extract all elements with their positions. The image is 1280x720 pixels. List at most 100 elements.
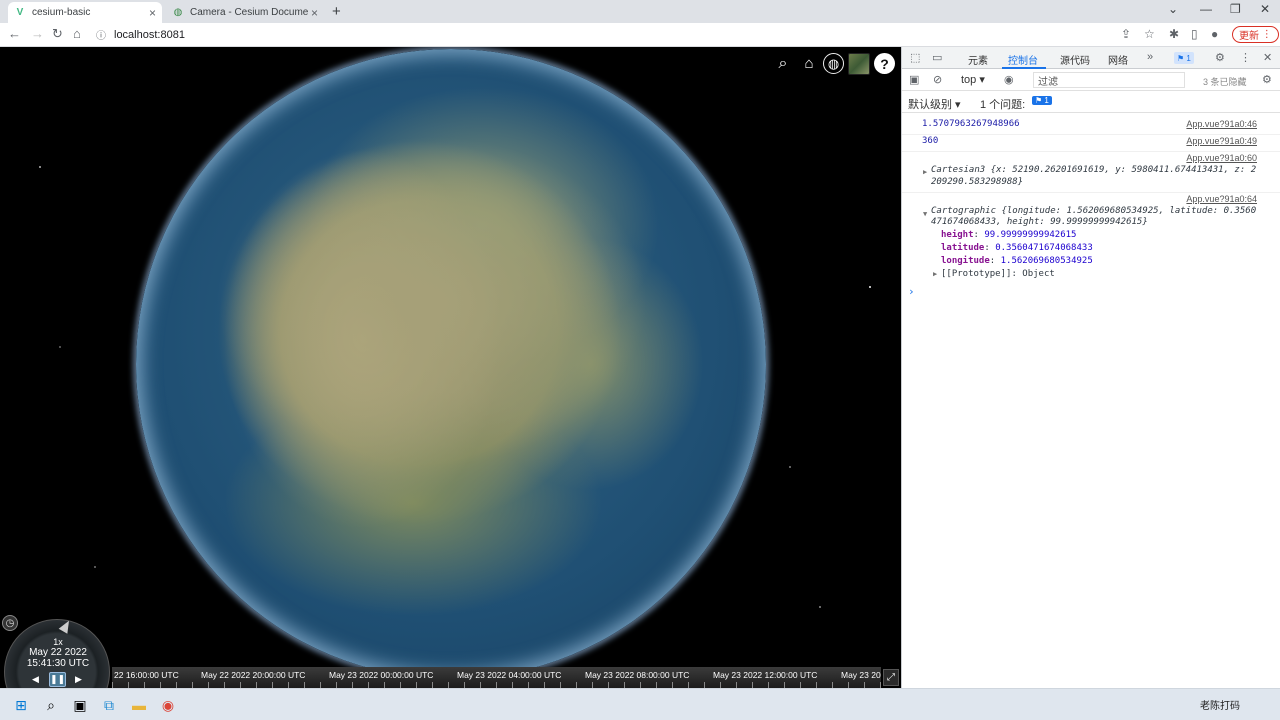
new-tab-button[interactable]: + <box>332 3 341 20</box>
issues-link[interactable]: ⚑ 1 <box>1032 96 1052 105</box>
source-link[interactable]: App.vue?91a0:46 <box>1186 119 1257 129</box>
pause-icon[interactable]: ❚❚ <box>49 672 66 687</box>
prototype-entry[interactable]: [[Prototype]]: Object <box>941 269 1055 279</box>
bookmark-star-icon[interactable]: ☆ <box>1144 27 1155 41</box>
issues-badge[interactable]: ⚑ 1 <box>1174 52 1194 64</box>
context-select[interactable]: top ▾ <box>961 73 985 86</box>
reload-icon[interactable]: ↻ <box>52 26 63 42</box>
console-settings-icon[interactable]: ⚙ <box>1262 73 1272 86</box>
divider <box>902 134 1280 135</box>
play-reverse-icon[interactable]: ◀ <box>28 672 43 687</box>
close-tab-icon[interactable]: × <box>311 6 318 20</box>
minimize-button[interactable]: — <box>1200 2 1212 16</box>
close-tab-icon[interactable]: × <box>149 6 156 20</box>
search-icon[interactable]: ⌕ <box>41 695 61 715</box>
globe-icon: ◍ <box>173 7 183 18</box>
cartographic-object[interactable]: Cartographic {longitude: 1.5620696805349… <box>931 206 1256 216</box>
home-icon[interactable]: ⌂ <box>73 26 81 41</box>
timeline-label: May 23 2022 04:00:00 UTC <box>457 670 562 680</box>
prop-key: latitude <box>941 243 985 253</box>
side-panel-icon[interactable]: ▯ <box>1191 27 1198 41</box>
chrome-icon[interactable]: ◉ <box>158 695 178 715</box>
task-view-icon[interactable]: ▣ <box>70 695 90 715</box>
log-level-select[interactable]: 默认级别 ▾ <box>908 96 961 112</box>
url-text: localhost:8081 <box>114 28 185 41</box>
fullscreen-icon[interactable]: ⤢ <box>883 669 899 686</box>
cartesian3-object-cont: 209290.583298988} <box>931 177 1024 187</box>
divider <box>902 192 1280 193</box>
tab-camera-docs[interactable]: ◍ Camera - Cesium Documentati × <box>166 2 324 23</box>
cesium-viewer[interactable]: ⌕ ⌂ ◍ ? 1x May 22 2022 15:41:30 UTC ◀ ❚❚… <box>0 47 901 688</box>
collapse-triangle-icon[interactable]: ▼ <box>923 210 927 218</box>
expand-triangle-icon[interactable]: ▶ <box>933 270 937 278</box>
console-message: 360 App.vue?91a0:49 <box>902 136 1280 152</box>
timeline-label: May 23 2022 00:00:00 UTC <box>329 670 434 680</box>
home-icon[interactable]: ⌂ <box>798 53 820 74</box>
tab-title: Camera - Cesium Documentati <box>190 7 308 18</box>
address-bar[interactable]: ⓘ localhost:8081 <box>96 25 1106 44</box>
search-icon[interactable]: ⌕ <box>772 53 794 74</box>
filter-input[interactable]: 过滤 <box>1033 72 1185 88</box>
timeline[interactable]: 22 16:00:00 UTC May 22 2022 20:00:00 UTC… <box>112 667 881 688</box>
animation-widget[interactable]: 1x May 22 2022 15:41:30 UTC ◀ ❚❚ ▶ <box>4 618 110 688</box>
log-value: 1.5707963267948966 <box>922 119 1020 129</box>
tab-sources[interactable]: 源代码 <box>1060 52 1090 67</box>
kebab-menu-icon[interactable]: ⋮ <box>1240 51 1251 64</box>
source-link[interactable]: App.vue?91a0:60 <box>1186 153 1257 163</box>
source-link[interactable]: App.vue?91a0:64 <box>1186 194 1257 204</box>
site-info-icon[interactable]: ⓘ <box>96 27 106 42</box>
share-icon[interactable]: ⇪ <box>1121 27 1131 41</box>
forward-icon[interactable]: → <box>31 26 44 41</box>
expand-triangle-icon[interactable]: ▶ <box>923 168 927 176</box>
extensions-icon[interactable]: ✱ <box>1169 27 1179 41</box>
filter-placeholder: 过滤 <box>1038 76 1058 88</box>
issues-count[interactable]: 1 个问题: <box>980 96 1025 112</box>
device-toolbar-icon[interactable]: ▭ <box>932 51 942 64</box>
tab-search-icon[interactable]: ⌄ <box>1168 2 1178 16</box>
profile-avatar[interactable]: ● <box>1211 27 1218 41</box>
timeline-label: May 23 2022 12:00:00 UTC <box>713 670 818 680</box>
tab-cesium-basic[interactable]: V cesium-basic × <box>8 2 162 23</box>
play-forward-icon[interactable]: ▶ <box>71 672 86 687</box>
console-message: App.vue?91a0:64 ▼ Cartographic {longitud… <box>902 194 1280 284</box>
shuttle-ring-needle[interactable] <box>58 618 74 634</box>
realtime-clock-icon[interactable]: ◷ <box>2 615 18 631</box>
back-icon[interactable]: ← <box>8 26 21 41</box>
log-level-label: 默认级别 <box>908 99 952 111</box>
help-icon[interactable]: ? <box>874 53 895 74</box>
close-window-button[interactable]: ✕ <box>1260 2 1270 16</box>
tab-network[interactable]: 网络 <box>1108 52 1128 67</box>
live-expression-eye-icon[interactable]: ◉ <box>1004 73 1014 86</box>
cartographic-object-cont: 471674068433, height: 99.99999999942615} <box>931 217 1148 227</box>
vscode-icon[interactable]: ⧉ <box>99 695 119 715</box>
context-label: top <box>961 74 977 86</box>
prompt-chevron-icon: › <box>908 285 915 298</box>
timeline-label: May 23 20 <box>841 670 881 680</box>
sidebar-toggle-icon[interactable]: ▣ <box>909 73 919 86</box>
windows-start-icon[interactable]: ⊞ <box>11 695 31 715</box>
scene-mode-globe-icon[interactable]: ◍ <box>823 53 844 74</box>
settings-gear-icon[interactable]: ⚙ <box>1215 51 1225 64</box>
update-button[interactable]: 更新 ⋮ <box>1232 26 1279 43</box>
tab-console[interactable]: 控制台 <box>1008 52 1038 67</box>
more-tabs-icon[interactable]: » <box>1147 51 1153 63</box>
vue-icon: V <box>16 7 24 18</box>
hidden-count: 3 条已隐藏 <box>1203 77 1247 87</box>
issues-badge-count: 1 <box>1186 53 1191 63</box>
earth-globe[interactable] <box>136 49 766 679</box>
inspect-icon[interactable]: ⬚ <box>910 51 920 64</box>
restore-button[interactable]: ❐ <box>1230 2 1241 16</box>
source-link[interactable]: App.vue?91a0:49 <box>1186 136 1257 146</box>
browser-tab-bar: V cesium-basic × ◍ Camera - Cesium Docum… <box>0 0 1280 23</box>
prop-key: height <box>941 230 974 240</box>
cartesian3-object[interactable]: Cartesian3 {x: 52190.26201691619, y: 598… <box>931 165 1256 175</box>
object-property: longitude: 1.562069680534925 <box>941 256 1093 266</box>
folder-icon[interactable]: ▬ <box>129 695 149 715</box>
tab-elements[interactable]: 元素 <box>968 52 988 67</box>
timeline-label: 22 16:00:00 UTC <box>114 670 179 680</box>
close-devtools-icon[interactable]: ✕ <box>1263 51 1272 64</box>
object-property: height: 99.99999999942615 <box>941 230 1077 240</box>
base-layer-picker[interactable] <box>848 53 870 75</box>
console-prompt[interactable]: › <box>902 285 1280 299</box>
clear-console-icon[interactable]: ⊘ <box>933 73 942 86</box>
